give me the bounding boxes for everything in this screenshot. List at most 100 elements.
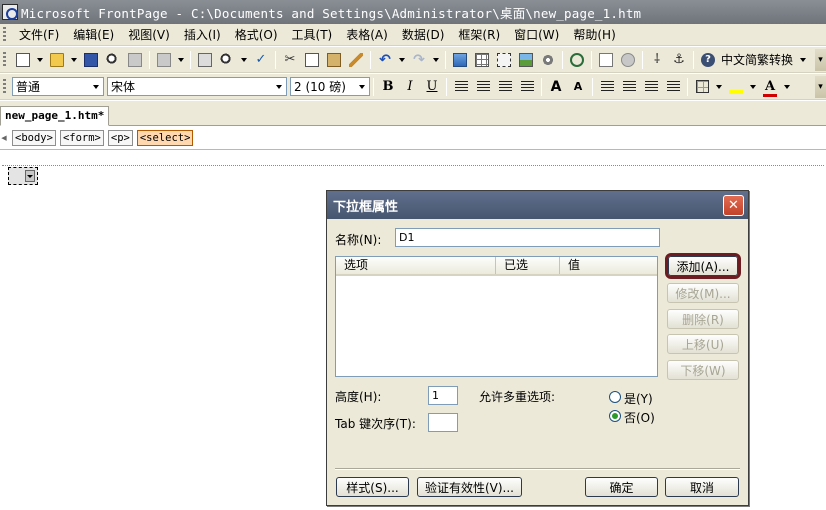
- menu-data[interactable]: 数据(D): [395, 24, 452, 45]
- menu-window[interactable]: 窗口(W): [507, 24, 566, 45]
- print-button[interactable]: [195, 50, 215, 70]
- font-select[interactable]: 宋体: [107, 77, 287, 96]
- format-painter-button[interactable]: [346, 50, 366, 70]
- multi-yes-label[interactable]: 是(Y): [624, 390, 653, 407]
- preview-button[interactable]: [217, 50, 237, 70]
- increase-font-button[interactable]: A: [545, 77, 567, 97]
- multi-no-label[interactable]: 否(O): [624, 409, 655, 426]
- publish-button[interactable]: [125, 50, 145, 70]
- align-right-button[interactable]: [494, 77, 516, 97]
- bookmark-button[interactable]: ⚓: [669, 50, 689, 70]
- move-down-button[interactable]: 下移(W): [667, 360, 739, 380]
- frontpage-app-icon[interactable]: [2, 4, 18, 20]
- menu-grip-handle[interactable]: [3, 26, 6, 43]
- numbering-button[interactable]: [596, 77, 618, 97]
- tab-new-page-1[interactable]: new_page_1.htm*: [0, 106, 110, 126]
- tag-select[interactable]: <select>: [136, 129, 194, 146]
- italic-button[interactable]: I: [399, 77, 421, 97]
- toolbar-grip-handle[interactable]: [3, 78, 6, 95]
- chinese-convert-button[interactable]: 中文简繁转换: [721, 51, 793, 68]
- borders-dropdown-arrow[interactable]: [714, 77, 724, 97]
- increase-indent-button[interactable]: [662, 77, 684, 97]
- convert-dropdown-arrow[interactable]: [798, 50, 808, 70]
- cut-button[interactable]: ✂: [280, 50, 300, 70]
- font-size-select[interactable]: 2 (10 磅): [290, 77, 370, 96]
- height-input[interactable]: 1: [428, 386, 458, 405]
- toolbar-grip-handle[interactable]: [3, 51, 6, 68]
- tag-body[interactable]: <body>: [12, 129, 56, 146]
- menu-format[interactable]: 格式(O): [228, 24, 285, 45]
- menu-frames[interactable]: 框架(R): [451, 24, 507, 45]
- dropdown-box-element[interactable]: [8, 167, 38, 185]
- add-button[interactable]: 添加(A)...: [665, 253, 741, 279]
- refresh-button[interactable]: [596, 50, 616, 70]
- tag-form[interactable]: <form>: [59, 129, 104, 146]
- open-button[interactable]: [47, 50, 67, 70]
- menu-insert[interactable]: 插入(I): [177, 24, 228, 45]
- menu-file[interactable]: 文件(F): [12, 24, 66, 45]
- font-color-button[interactable]: A: [759, 77, 781, 97]
- name-input[interactable]: D1: [395, 228, 660, 247]
- insert-table-button[interactable]: [472, 50, 492, 70]
- show-all-button[interactable]: ⸸: [647, 50, 667, 70]
- insert-hyperlink-button[interactable]: [567, 50, 587, 70]
- menu-tools[interactable]: 工具(T): [285, 24, 340, 45]
- toolbar-options-chevron[interactable]: ▾: [815, 75, 826, 98]
- bold-button[interactable]: B: [377, 77, 399, 97]
- ok-button[interactable]: 确定: [585, 477, 658, 497]
- move-up-button[interactable]: 上移(U): [667, 334, 739, 354]
- insert-component-button[interactable]: [450, 50, 470, 70]
- style-button[interactable]: 样式(S)...: [336, 477, 409, 497]
- redo-dropdown-arrow[interactable]: [431, 50, 441, 70]
- new-dropdown-arrow[interactable]: [35, 50, 45, 70]
- style-select[interactable]: 普通: [12, 77, 104, 96]
- save-button[interactable]: [81, 50, 101, 70]
- font-color-dropdown-arrow[interactable]: [782, 77, 792, 97]
- redo-button[interactable]: ↷: [409, 50, 429, 70]
- modify-button[interactable]: 修改(M)...: [667, 283, 739, 303]
- column-header-selected[interactable]: 已选: [496, 257, 560, 274]
- drawing-button[interactable]: [538, 50, 558, 70]
- tag-scroll-left-icon[interactable]: ◀: [0, 127, 8, 149]
- copy-button[interactable]: [302, 50, 322, 70]
- underline-button[interactable]: U: [421, 77, 443, 97]
- decrease-indent-button[interactable]: [640, 77, 662, 97]
- undo-dropdown-arrow[interactable]: [397, 50, 407, 70]
- help-button[interactable]: ?: [698, 50, 718, 70]
- dialog-title-bar[interactable]: 下拉框属性 ✕: [327, 191, 748, 219]
- preview-dropdown-arrow[interactable]: [239, 50, 249, 70]
- stop-button[interactable]: [618, 50, 638, 70]
- highlight-button[interactable]: [725, 77, 747, 97]
- column-header-value[interactable]: 值: [560, 257, 657, 274]
- cancel-button[interactable]: 取消: [665, 477, 739, 497]
- bullets-button[interactable]: [618, 77, 640, 97]
- tag-p[interactable]: <p>: [107, 129, 133, 146]
- tab-order-input[interactable]: [428, 413, 458, 432]
- toggle-pane-dropdown-arrow[interactable]: [176, 50, 186, 70]
- open-dropdown-arrow[interactable]: [69, 50, 79, 70]
- justify-button[interactable]: [516, 77, 538, 97]
- column-header-option[interactable]: 选项: [336, 257, 496, 274]
- spelling-button[interactable]: ✓: [251, 50, 271, 70]
- align-center-button[interactable]: [472, 77, 494, 97]
- insert-picture-button[interactable]: [516, 50, 536, 70]
- decrease-font-button[interactable]: A: [567, 77, 589, 97]
- align-left-button[interactable]: [450, 77, 472, 97]
- menu-edit[interactable]: 编辑(E): [66, 24, 121, 45]
- validate-button[interactable]: 验证有效性(V)...: [417, 477, 522, 497]
- menu-table[interactable]: 表格(A): [339, 24, 395, 45]
- insert-layer-button[interactable]: [494, 50, 514, 70]
- search-button[interactable]: [103, 50, 123, 70]
- multi-yes-radio[interactable]: [609, 391, 621, 403]
- undo-button[interactable]: ↶: [375, 50, 395, 70]
- menu-help[interactable]: 帮助(H): [566, 24, 622, 45]
- remove-button[interactable]: 删除(R): [667, 309, 739, 329]
- close-button[interactable]: ✕: [723, 195, 744, 216]
- menu-view[interactable]: 视图(V): [121, 24, 177, 45]
- multi-no-radio[interactable]: [609, 410, 621, 422]
- paste-button[interactable]: [324, 50, 344, 70]
- options-list[interactable]: 选项 已选 值: [335, 256, 658, 377]
- toggle-pane-button[interactable]: [154, 50, 174, 70]
- highlight-dropdown-arrow[interactable]: [748, 77, 758, 97]
- borders-button[interactable]: [691, 77, 713, 97]
